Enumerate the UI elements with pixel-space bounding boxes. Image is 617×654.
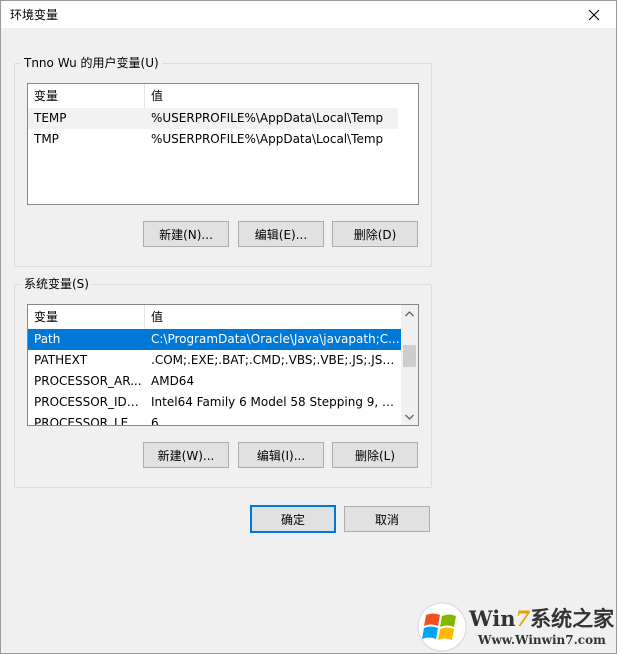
close-button[interactable] <box>572 1 616 28</box>
ok-button[interactable]: 确定 <box>250 505 336 533</box>
user-variables-header: 变量 值 <box>28 84 418 108</box>
scroll-thumb[interactable] <box>403 345 416 367</box>
chevron-up-icon <box>405 310 414 316</box>
column-header-variable[interactable]: 变量 <box>28 84 145 108</box>
cancel-button[interactable]: 取消 <box>344 506 430 532</box>
variable-name: TEMP <box>34 111 67 125</box>
variable-name: PROCESSOR_AR... <box>34 374 142 388</box>
user-variables-label: Tnno Wu 的用户变量(U) <box>21 55 162 71</box>
variable-name: Path <box>34 332 61 346</box>
scroll-down-button[interactable] <box>401 408 418 425</box>
window-title: 环境变量 <box>10 8 59 22</box>
user-variables-group: Tnno Wu 的用户变量(U) 变量 值 TEMP %USERPROFILE%… <box>14 55 432 267</box>
user-variables-list[interactable]: 变量 值 TEMP %USERPROFILE%\AppData\Local\Te… <box>27 83 419 205</box>
variable-value: AMD64 <box>151 374 195 388</box>
watermark: Win7系统之家 Www.Winwin7.com <box>416 601 616 653</box>
table-row[interactable]: PROCESSOR_AR... AMD64 <box>28 371 401 392</box>
variable-name: TMP <box>34 132 59 146</box>
system-edit-button[interactable]: 编辑(I)... <box>238 442 324 468</box>
user-new-button[interactable]: 新建(N)... <box>143 221 229 247</box>
watermark-brand: Win7系统之家 <box>469 606 615 631</box>
windows-logo-icon <box>417 602 467 652</box>
variable-name: PATHEXT <box>34 353 88 367</box>
column-header-value[interactable]: 值 <box>145 84 418 108</box>
table-row[interactable]: TEMP %USERPROFILE%\AppData\Local\Temp <box>28 108 398 129</box>
title-bar[interactable]: 环境变量 <box>1 1 616 28</box>
environment-variables-dialog: 环境变量 Tnno Wu 的用户变量(U) 变量 值 TEMP %USERPRO… <box>0 0 617 654</box>
user-edit-button[interactable]: 编辑(E)... <box>238 221 324 247</box>
system-variables-label: 系统变量(S) <box>21 276 92 292</box>
system-variables-rows: Path C:\ProgramData\Oracle\Java\javapath… <box>28 329 401 426</box>
watermark-url: Www.Winwin7.com <box>478 633 606 647</box>
variable-value: %USERPROFILE%\AppData\Local\Temp <box>151 132 384 146</box>
vertical-scrollbar[interactable] <box>401 305 418 425</box>
variable-value: C:\ProgramData\Oracle\Java\javapath;C... <box>151 332 400 346</box>
system-variables-group: 系统变量(S) 变量 值 Path C:\ProgramData\Oracle\… <box>14 276 432 488</box>
table-row-selected[interactable]: Path C:\ProgramData\Oracle\Java\javapath… <box>28 329 401 350</box>
table-row[interactable]: PROCESSOR_LEV... 6 <box>28 413 401 426</box>
table-row[interactable]: PROCESSOR_IDE... Intel64 Family 6 Model … <box>28 392 401 413</box>
close-icon <box>588 9 600 20</box>
variable-value: 6 <box>151 416 159 426</box>
system-variables-list[interactable]: 变量 值 Path C:\ProgramData\Oracle\Java\jav… <box>27 304 419 426</box>
system-new-button[interactable]: 新建(W)... <box>143 442 229 468</box>
user-variables-rows: TEMP %USERPROFILE%\AppData\Local\Temp TM… <box>28 108 398 150</box>
table-row[interactable]: PATHEXT .COM;.EXE;.BAT;.CMD;.VBS;.VBE;.J… <box>28 350 401 371</box>
system-delete-button[interactable]: 删除(L) <box>332 442 418 468</box>
variable-name: PROCESSOR_IDE... <box>34 395 145 409</box>
system-variables-header: 变量 值 <box>28 305 401 329</box>
user-delete-button[interactable]: 删除(D) <box>332 221 418 247</box>
variable-value: Intel64 Family 6 Model 58 Stepping 9, G.… <box>151 395 401 409</box>
variable-name: PROCESSOR_LEV... <box>34 416 145 426</box>
variable-value: %USERPROFILE%\AppData\Local\Temp <box>151 111 384 125</box>
column-header-value[interactable]: 值 <box>145 305 401 329</box>
chevron-down-icon <box>405 414 414 420</box>
variable-value: .COM;.EXE;.BAT;.CMD;.VBS;.VBE;.JS;.JSE;.… <box>151 353 401 367</box>
table-row[interactable]: TMP %USERPROFILE%\AppData\Local\Temp <box>28 129 398 150</box>
scroll-up-button[interactable] <box>401 305 418 322</box>
column-header-variable[interactable]: 变量 <box>28 305 145 329</box>
